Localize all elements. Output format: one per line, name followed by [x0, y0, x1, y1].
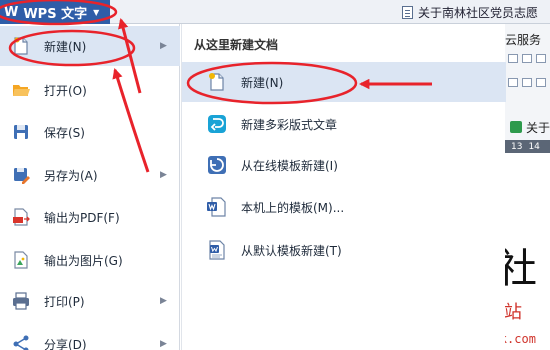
local-template-icon — [207, 197, 226, 217]
line-spacing-icon[interactable] — [522, 78, 532, 87]
pdf-icon — [13, 208, 30, 226]
save-icon — [14, 125, 28, 139]
document-tab-title: 关于南林社区党员志愿 — [418, 5, 539, 20]
chevron-right-icon: ▶ — [160, 296, 167, 306]
folder-open-icon — [13, 85, 30, 96]
menu-item-share[interactable]: 分享(D) ▶ — [0, 324, 180, 350]
app-menu-label: WPS 文字 — [23, 6, 88, 22]
menu-item-label: 输出为图片(G) — [44, 253, 123, 268]
chevron-right-icon: ▶ — [160, 41, 167, 51]
menu-item-new[interactable]: 新建(N) ▶ — [0, 26, 180, 66]
menu-item-label: 新建(N) — [44, 39, 87, 54]
align-left-icon[interactable] — [508, 54, 518, 63]
menu-item-save-as[interactable]: 另存为(A) ▶ — [0, 155, 180, 195]
default-template-icon — [209, 240, 225, 260]
image-export-icon — [14, 251, 28, 269]
submenu-item-online-template[interactable]: 从在线模板新建(I) — [182, 145, 506, 185]
online-template-icon — [208, 156, 226, 174]
align-center-icon[interactable] — [522, 54, 532, 63]
submenu-item-label: 新建(N) — [241, 75, 284, 90]
submenu-item-new[interactable]: 新建(N) — [182, 62, 506, 102]
submenu-item-default-template[interactable]: 从默认模板新建(T) — [182, 230, 506, 270]
submenu-title: 从这里新建文档 — [194, 38, 279, 52]
ribbon-document-button[interactable]: 关于 — [510, 118, 550, 136]
ribbon-document-label: 关于 — [526, 120, 550, 135]
submenu-item-label: 从在线模板新建(I) — [241, 158, 338, 173]
document-green-icon — [510, 121, 522, 133]
submenu-item-local-template[interactable]: 本机上的模板(M)... — [182, 187, 506, 227]
menu-item-label: 打印(P) — [44, 294, 85, 309]
print-icon — [13, 292, 29, 310]
wps-app-menu-button[interactable]: W WPS 文字 ▼ — [0, 0, 110, 24]
ruler-number: 13 — [511, 141, 523, 152]
chevron-right-icon: ▶ — [160, 339, 167, 349]
menu-item-print[interactable]: 打印(P) ▶ — [0, 281, 180, 321]
menu-item-label: 保存(S) — [44, 125, 85, 140]
submenu-item-label: 新建多彩版式文章 — [241, 117, 338, 132]
new-file-icon — [14, 37, 28, 55]
file-menu: 新建(N) ▶ 打开(O) 保存(S) 另存为(A) ▶ 输出为PDF(F) 输… — [0, 24, 180, 350]
menu-item-label: 输出为PDF(F) — [44, 210, 120, 225]
menu-item-label: 另存为(A) — [44, 168, 98, 183]
submenu-item-label: 本机上的模板(M)... — [241, 200, 345, 215]
indent-icon[interactable] — [508, 78, 518, 87]
menu-item-export-pdf[interactable]: 输出为PDF(F) — [0, 197, 180, 237]
title-bar: W WPS 文字 ▼ 关于南林社区党员志愿 — [0, 0, 550, 24]
chevron-right-icon: ▶ — [160, 170, 167, 180]
align-right-icon[interactable] — [536, 54, 546, 63]
ribbon-tools — [508, 54, 550, 104]
new-document-icon — [209, 73, 224, 91]
menu-item-label: 分享(D) — [44, 337, 87, 350]
wps-logo-icon: W — [4, 4, 19, 20]
colorful-article-icon — [208, 115, 226, 133]
new-document-submenu: 从这里新建文档 新建(N) 新建多彩版式文章 从在线模板新建(I) 本机上的模板… — [181, 24, 506, 350]
tab-cloud-service[interactable]: 云服务 — [505, 31, 541, 48]
menu-item-label: 打开(O) — [44, 83, 87, 98]
ruler-number: 14 — [528, 141, 540, 152]
menu-item-save[interactable]: 保存(S) — [0, 112, 180, 152]
document-tab[interactable]: 关于南林社区党员志愿 — [402, 0, 538, 24]
border-icon[interactable] — [536, 78, 546, 87]
submenu-item-colorful-article[interactable]: 新建多彩版式文章 — [182, 104, 506, 144]
chevron-down-icon: ▼ — [93, 7, 100, 17]
share-icon — [13, 335, 29, 350]
submenu-item-label: 从默认模板新建(T) — [241, 243, 342, 258]
save-as-icon — [14, 168, 30, 184]
menu-item-open[interactable]: 打开(O) — [0, 70, 180, 110]
ruler: 13 14 — [505, 140, 550, 153]
document-icon — [402, 5, 413, 19]
menu-item-export-image[interactable]: 输出为图片(G) — [0, 240, 180, 280]
